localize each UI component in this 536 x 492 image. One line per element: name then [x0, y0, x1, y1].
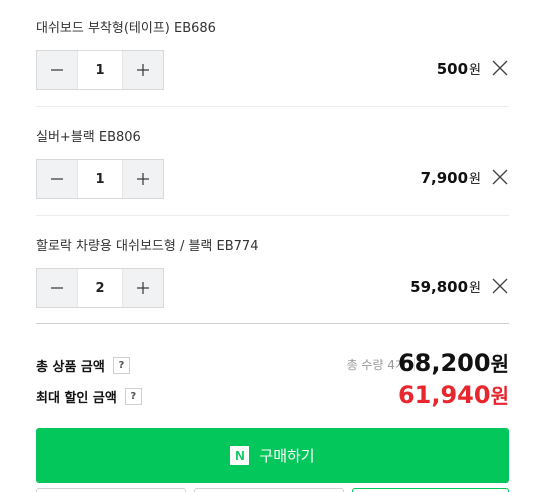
quantity-stepper: 1 — [36, 50, 164, 90]
minus-icon — [51, 69, 63, 71]
naver-pay-icon: N — [230, 446, 250, 465]
plus-icon — [137, 64, 149, 76]
quantity-input[interactable]: 2 — [77, 269, 123, 307]
item-price-value: 500 — [436, 60, 469, 78]
discount-label: 최대 할인 금액 ? — [36, 387, 142, 406]
total-price-value: 68,200 — [397, 349, 491, 377]
discount-price: 61,940원 — [398, 380, 509, 409]
item-price: 7,900원 — [421, 168, 481, 187]
secondary-button[interactable] — [36, 488, 186, 492]
item-price-value: 59,800 — [410, 278, 469, 296]
decrease-button[interactable] — [37, 269, 77, 307]
decrease-button[interactable] — [37, 160, 77, 198]
currency-unit: 원 — [469, 281, 481, 296]
minus-icon — [51, 287, 63, 289]
currency-unit: 원 — [490, 352, 509, 376]
remove-item-icon[interactable] — [491, 277, 509, 295]
increase-button[interactable] — [123, 160, 163, 198]
increase-button[interactable] — [123, 51, 163, 89]
increase-button[interactable] — [123, 269, 163, 307]
quantity-input[interactable]: 1 — [77, 51, 123, 89]
item-name: 실버+블랙 EB806 — [36, 130, 141, 145]
divider — [36, 215, 509, 216]
total-label-text: 총 상품 금액 — [36, 360, 105, 375]
item-price: 59,800원 — [410, 277, 481, 296]
currency-unit: 원 — [469, 172, 481, 187]
item-price: 500원 — [437, 59, 481, 78]
total-label: 총 상품 금액 ? — [36, 356, 130, 375]
item-price-value: 7,900 — [420, 169, 469, 187]
help-icon[interactable]: ? — [124, 388, 142, 405]
buy-button[interactable]: N 구매하기 — [36, 428, 509, 483]
summary-divider — [36, 323, 509, 324]
decrease-button[interactable] — [37, 51, 77, 89]
quantity-input[interactable]: 1 — [77, 160, 123, 198]
discount-price-value: 61,940 — [397, 381, 491, 409]
currency-unit: 원 — [490, 384, 509, 408]
divider — [36, 106, 509, 107]
item-name: 할로락 차량용 대쉬보드형 / 블랙 EB774 — [36, 239, 259, 254]
quantity-stepper: 2 — [36, 268, 164, 308]
currency-unit: 원 — [469, 63, 481, 78]
item-name: 대쉬보드 부착형(테이프) EB686 — [36, 21, 216, 36]
help-icon[interactable]: ? — [112, 357, 130, 374]
quantity-stepper: 1 — [36, 159, 164, 199]
remove-item-icon[interactable] — [491, 168, 509, 186]
minus-icon — [51, 178, 63, 180]
secondary-button[interactable] — [194, 488, 344, 492]
buy-button-label: 구매하기 — [259, 447, 315, 465]
secondary-button[interactable] — [352, 488, 509, 492]
plus-icon — [137, 282, 149, 294]
remove-item-icon[interactable] — [491, 59, 509, 77]
plus-icon — [137, 173, 149, 185]
discount-label-text: 최대 할인 금액 — [36, 391, 117, 406]
total-price: 68,200원 — [398, 348, 509, 377]
